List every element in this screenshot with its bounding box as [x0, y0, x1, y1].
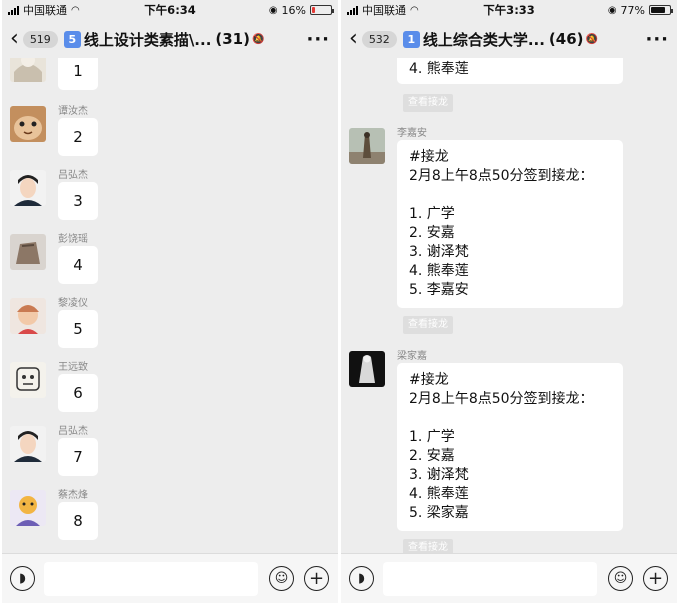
message-line: 3. 谢泽梵 — [409, 467, 469, 483]
sender-name: 彭饶瑶 — [58, 234, 88, 245]
message-line: #接龙 — [409, 149, 449, 165]
chat-title: 线上设计类素描\... — [83, 30, 212, 49]
left-phone-screen: 中国联通 ◠ 下午6:34 ◉ 16% ‹ 519 5 线上设计类素描\... … — [2, 0, 338, 603]
carrier-label: 中国联通 — [362, 4, 406, 17]
chat-header: ‹ 532 1 线上综合类大学... (46) 🔕 ··· — [341, 22, 677, 56]
chat-title: 线上综合类大学... — [422, 30, 545, 49]
avatar[interactable] — [10, 170, 46, 206]
group-badge: 5 — [63, 30, 81, 48]
battery-percent: 77% — [620, 3, 645, 17]
message-input[interactable] — [383, 562, 597, 596]
group-badge: 1 — [402, 30, 420, 48]
message-list[interactable]: 1 谭汝杰 2 吕弘杰 3 彭饶瑶 4 黎凌仪 5 王远致 6 吕弘杰 7 蔡杰… — [2, 58, 338, 553]
member-count: (46) — [548, 30, 584, 48]
avatar[interactable] — [10, 298, 46, 334]
message-bubble[interactable]: 3 — [58, 182, 98, 220]
mute-icon: 🔕 — [585, 33, 598, 45]
message-line — [409, 186, 611, 205]
message-line: 2. 安嘉 — [409, 225, 455, 241]
battery-percent: 16% — [281, 3, 306, 17]
message-line — [409, 409, 611, 428]
avatar[interactable] — [10, 234, 46, 270]
chat-header: ‹ 519 5 线上设计类素描\... (31) 🔕 ··· — [2, 22, 338, 56]
message-line: 1. 广学 — [409, 206, 455, 222]
alarm-icon: ◉ — [607, 4, 617, 16]
avatar[interactable] — [10, 426, 46, 462]
message-bubble[interactable]: #接龙 2月8上午8点50分签到接龙： 1. 广学 2. 安嘉 3. 谢泽梵 4… — [397, 140, 623, 308]
message-bubble[interactable]: 7 — [58, 438, 98, 476]
message-line: 4. 熊奉莲 — [409, 263, 469, 279]
message-bubble[interactable]: 5 — [58, 310, 98, 348]
message-bubble[interactable]: 8 — [58, 502, 98, 540]
message-line: 5. 梁家嘉 — [409, 505, 469, 521]
message-line: 2月8上午8点50分签到接龙： — [409, 168, 594, 184]
avatar[interactable] — [10, 490, 46, 526]
view-chain-link[interactable]: 查看接龙 — [403, 539, 453, 553]
sender-name: 梁家嘉 — [397, 351, 427, 362]
message-line: 2. 安嘉 — [409, 448, 455, 464]
battery-icon — [310, 5, 334, 15]
message-bubble[interactable]: 4. 熊奉莲 — [397, 58, 623, 84]
sender-name: 黎凌仪 — [58, 298, 88, 309]
message-input[interactable] — [44, 562, 258, 596]
more-icon[interactable]: ··· — [306, 29, 330, 50]
wifi-icon: ◠ — [71, 4, 80, 16]
plus-icon[interactable]: + — [643, 566, 668, 591]
carrier-label: 中国联通 — [23, 4, 67, 17]
avatar[interactable] — [10, 362, 46, 398]
message-bubble[interactable]: 6 — [58, 374, 98, 412]
mute-icon: 🔕 — [251, 33, 265, 45]
back-unread-count[interactable]: 519 — [22, 30, 58, 48]
message-line: 1. 广学 — [409, 429, 455, 445]
sender-name: 谭汝杰 — [58, 106, 88, 117]
wifi-icon: ◠ — [410, 4, 419, 16]
message-line: 5. 李嘉安 — [409, 282, 469, 298]
sender-name: 吕弘杰 — [58, 426, 88, 437]
message-line: #接龙 — [409, 372, 449, 388]
message-line: 4. 熊奉莲 — [409, 61, 469, 77]
input-toolbar: ◗ ☺ + — [341, 553, 677, 603]
avatar[interactable] — [10, 106, 46, 142]
emoji-icon[interactable]: ☺ — [269, 566, 294, 591]
avatar[interactable] — [349, 351, 385, 387]
message-line: 4. 熊奉莲 — [409, 486, 469, 502]
message-list[interactable]: 4. 熊奉莲 查看接龙 李嘉安 #接龙 2月8上午8点50分签到接龙： 1. 广… — [341, 58, 677, 553]
status-bar: 中国联通 ◠ 下午6:34 ◉ 16% — [2, 0, 338, 20]
input-toolbar: ◗ ☺ + — [2, 553, 338, 603]
view-chain-link[interactable]: 查看接龙 — [403, 94, 453, 112]
chevron-left-icon[interactable]: ‹ — [10, 28, 19, 50]
message-bubble[interactable]: 4 — [58, 246, 98, 284]
view-chain-link[interactable]: 查看接龙 — [403, 316, 453, 334]
message-bubble[interactable]: 1 — [58, 58, 98, 90]
more-icon[interactable]: ··· — [645, 29, 669, 50]
message-line: 2月8上午8点50分签到接龙： — [409, 391, 594, 407]
alarm-icon: ◉ — [268, 4, 278, 16]
message-line: 3. 谢泽梵 — [409, 244, 469, 260]
back-unread-count[interactable]: 532 — [361, 30, 397, 48]
signal-icon — [347, 5, 358, 15]
chevron-left-icon[interactable]: ‹ — [349, 28, 358, 50]
signal-icon — [8, 5, 19, 15]
status-bar: 中国联通 ◠ 下午3:33 ◉ 77% — [341, 0, 677, 20]
sender-name: 李嘉安 — [397, 128, 427, 139]
sender-name: 王远致 — [58, 362, 88, 373]
emoji-icon[interactable]: ☺ — [608, 566, 633, 591]
message-bubble[interactable]: 2 — [58, 118, 98, 156]
right-phone-screen: 中国联通 ◠ 下午3:33 ◉ 77% ‹ 532 1 线上综合类大学... (… — [341, 0, 677, 603]
sender-name: 蔡杰烽 — [58, 490, 88, 501]
battery-icon — [649, 5, 673, 15]
voice-icon[interactable]: ◗ — [10, 566, 35, 591]
avatar[interactable] — [349, 128, 385, 164]
voice-icon[interactable]: ◗ — [349, 566, 374, 591]
plus-icon[interactable]: + — [304, 566, 329, 591]
member-count: (31) — [215, 30, 250, 48]
message-bubble[interactable]: #接龙 2月8上午8点50分签到接龙： 1. 广学 2. 安嘉 3. 谢泽梵 4… — [397, 363, 623, 531]
avatar[interactable] — [10, 58, 46, 82]
sender-name: 吕弘杰 — [58, 170, 88, 181]
